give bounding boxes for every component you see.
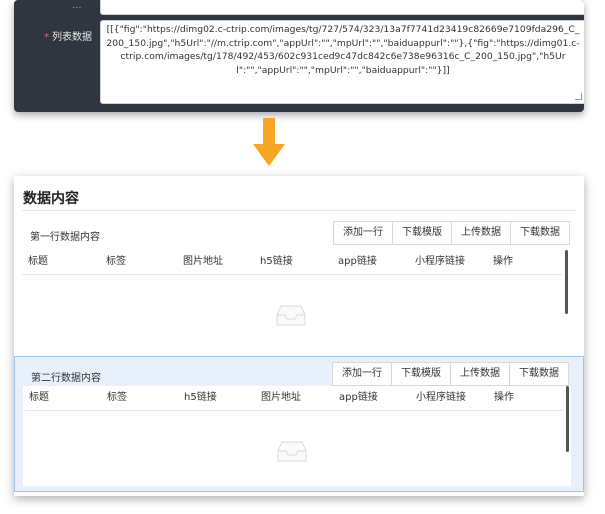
download-data-button[interactable]: 下载数据 <box>509 362 569 386</box>
panel-title: 数据内容 <box>23 191 79 207</box>
column-header: 图片地址 <box>183 256 223 267</box>
data-table: 标题 标签 图片地址 h5链接 app链接 小程序链接 操作 <box>22 250 570 346</box>
column-header: h5链接 <box>260 256 293 267</box>
section-title: 第一行数据内容 <box>30 232 100 243</box>
column-header: app链接 <box>338 256 377 267</box>
vertical-scrollbar[interactable] <box>566 386 569 452</box>
list-data-value: [[{"fig":"https://dimg02.c-ctrip.com/ima… <box>106 24 580 76</box>
add-row-button[interactable]: 添加一行 <box>333 221 393 245</box>
section-title: 第二行数据内容 <box>31 373 101 384</box>
column-header: 标签 <box>107 392 127 403</box>
previous-field-label: ... <box>72 0 82 11</box>
download-template-button[interactable]: 下载模版 <box>392 221 452 245</box>
section-row-2: 第二行数据内容 添加一行 下载模版 上传数据 下载数据 标题 标签 h5链接 图… <box>14 356 584 492</box>
column-header: 操作 <box>494 392 514 403</box>
list-data-label: * 列表数据 <box>44 28 92 43</box>
column-header: 小程序链接 <box>416 392 466 403</box>
upload-data-button[interactable]: 上传数据 <box>451 221 511 245</box>
table-header: 标题 标签 图片地址 h5链接 app链接 小程序链接 操作 <box>22 250 562 275</box>
download-template-button[interactable]: 下载模版 <box>391 362 451 386</box>
column-header: h5链接 <box>184 392 217 403</box>
column-header: 小程序链接 <box>415 256 465 267</box>
required-mark: * <box>44 32 49 43</box>
list-data-label-text: 列表数据 <box>52 32 92 43</box>
column-header: 标签 <box>106 256 126 267</box>
upload-data-button[interactable]: 上传数据 <box>450 362 510 386</box>
data-table: 标题 标签 h5链接 图片地址 app链接 小程序链接 操作 <box>23 386 571 486</box>
title-divider <box>22 210 576 211</box>
list-data-textarea[interactable]: [[{"fig":"https://dimg02.c-ctrip.com/ima… <box>100 20 584 104</box>
empty-inbox-icon <box>276 305 306 326</box>
list-data-form: ... * 列表数据 [[{"fig":"https://dimg02.c-ctr… <box>14 0 584 112</box>
empty-inbox-icon <box>277 441 307 462</box>
previous-field-input[interactable] <box>100 0 584 15</box>
section-row-1: 第一行数据内容 添加一行 下载模版 上传数据 下载数据 标题 标签 图片地址 h… <box>14 216 584 356</box>
column-header: 图片地址 <box>261 392 301 403</box>
column-header: app链接 <box>339 392 378 403</box>
table-header: 标题 标签 h5链接 图片地址 app链接 小程序链接 操作 <box>23 386 563 411</box>
column-header: 操作 <box>493 256 513 267</box>
resize-handle-icon[interactable] <box>575 93 582 100</box>
column-header: 标题 <box>28 256 48 267</box>
download-data-button[interactable]: 下载数据 <box>510 221 570 245</box>
data-content-panel: 数据内容 第一行数据内容 添加一行 下载模版 上传数据 下载数据 标题 标签 图… <box>14 176 584 496</box>
section-toolbar: 添加一行 下载模版 上传数据 下载数据 <box>332 362 569 386</box>
vertical-scrollbar[interactable] <box>565 250 568 314</box>
down-arrow-icon <box>253 118 285 166</box>
section-toolbar: 添加一行 下载模版 上传数据 下载数据 <box>333 221 570 245</box>
add-row-button[interactable]: 添加一行 <box>332 362 392 386</box>
column-header: 标题 <box>29 392 49 403</box>
